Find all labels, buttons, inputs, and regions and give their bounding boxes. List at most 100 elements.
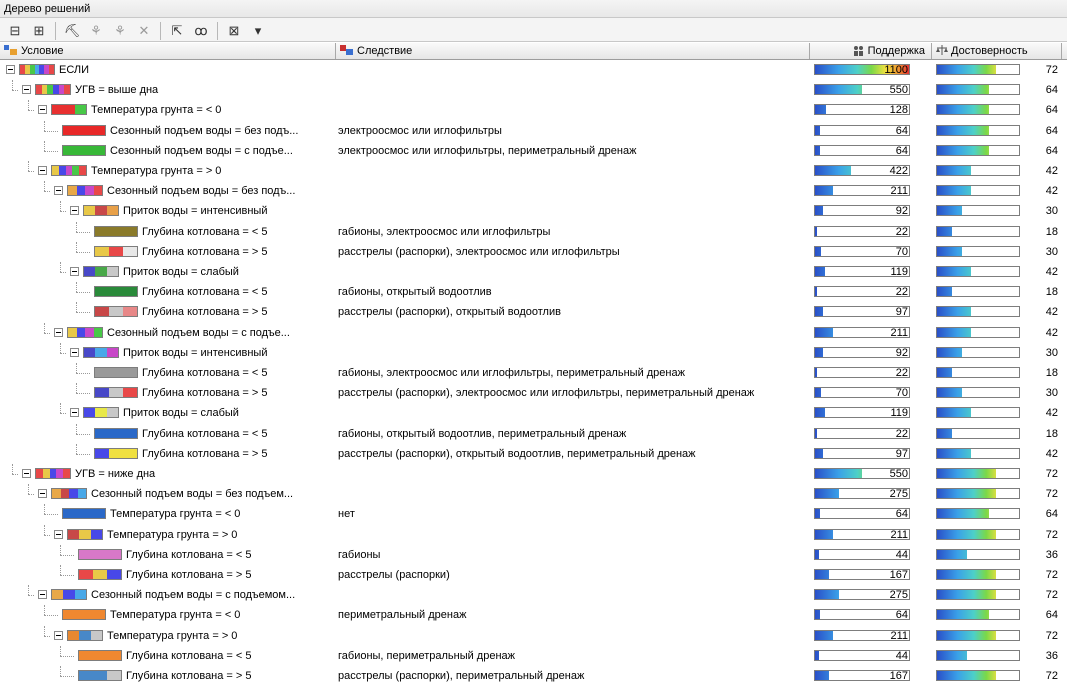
collapse-toggle-icon[interactable] [54, 529, 63, 539]
tree-connector [60, 554, 74, 556]
support-value: 167 [889, 569, 908, 581]
collapse-toggle-icon[interactable] [6, 65, 15, 74]
dropdown-arrow-icon[interactable]: ▾ [247, 21, 269, 41]
collapse-toggle-icon[interactable] [22, 469, 31, 478]
toolbar-separator [55, 21, 56, 40]
collapse-toggle-icon[interactable] [54, 327, 63, 337]
collapse-toggle-icon[interactable] [38, 590, 47, 600]
tree-row[interactable]: Сезонный подъем воды = с подъе... 211 42 [0, 322, 1067, 343]
tree-row[interactable]: Глубина котлована = > 5 расстрелы (распор… [0, 302, 1067, 322]
tree-row[interactable]: Глубина котлована = < 5 габионы, открытый… [0, 423, 1067, 444]
collapse-toggle-icon[interactable] [54, 630, 63, 640]
tree-connector [44, 534, 50, 536]
collapse-toggle-icon[interactable] [54, 186, 63, 196]
swatch-segment [109, 246, 123, 256]
tree-row[interactable]: Температура грунта = > 0 211 72 [0, 625, 1067, 646]
tree-row[interactable]: Глубина котлована = < 5 габионы, электроо… [0, 363, 1067, 383]
tree-row[interactable]: Температура грунта = < 0 нет 64 64 [0, 504, 1067, 524]
confidence-value: 42 [1045, 447, 1058, 460]
column-confidence-label: Достоверность [951, 45, 1028, 57]
node-color-swatch [35, 468, 71, 479]
tree-row[interactable]: Глубина котлована = > 5 расстрелы (распор… [0, 241, 1067, 262]
swatch-segment [68, 327, 77, 337]
column-confidence[interactable]: Достоверность [932, 43, 1062, 59]
tree-connector [44, 504, 45, 515]
collapse-all-icon[interactable]: ⊟ [4, 21, 26, 41]
select-node-icon[interactable]: ⇱ [166, 21, 188, 41]
tree-row[interactable]: Глубина котлована = < 5 габионы, открытый… [0, 282, 1067, 302]
swatch-segment [107, 671, 121, 680]
tree-row[interactable]: Температура грунта = < 0 периметральный д… [0, 605, 1067, 625]
tree-row[interactable]: Приток воды = интенсивный 92 30 [0, 201, 1067, 221]
tree-row[interactable]: Глубина котлована = > 5 расстрелы (распор… [0, 443, 1067, 464]
support-bar-fill [815, 186, 834, 196]
tree-row[interactable]: Сезонный подъем воды = без подъ... электр… [0, 120, 1067, 141]
tree-row[interactable]: Температура грунта = > 0 211 72 [0, 524, 1067, 545]
tree-connector [76, 292, 90, 294]
support-value: 119 [890, 407, 908, 420]
column-condition[interactable]: Условие [0, 43, 336, 59]
tree-row[interactable]: Сезонный подъем воды = с подъемом... 275 7… [0, 585, 1067, 605]
node-condition: Глубина котлована = < 5 [142, 286, 268, 299]
confidence-value: 30 [1045, 205, 1058, 218]
node-condition: Приток воды = интенсивный [123, 205, 268, 218]
tree-connector [28, 110, 34, 112]
tree-row[interactable]: Глубина котлована = > 5 расстрелы (распор… [0, 565, 1067, 585]
tree-row[interactable]: Температура грунта = < 0 128 64 [0, 100, 1067, 120]
excel-export-icon[interactable]: ⊠ [223, 21, 245, 41]
split-icon[interactable]: ⚘ [109, 21, 131, 41]
node-condition: Сезонный подъем воды = без подъ... [107, 185, 296, 198]
tree-row[interactable]: Глубина котлована = < 5 габионы, периметр… [0, 645, 1067, 666]
tree-row[interactable]: Приток воды = слабый 119 42 [0, 262, 1067, 282]
swatch-segment [84, 408, 96, 418]
view-icon[interactable]: ꝏ [190, 21, 212, 41]
swatch-segment [69, 489, 78, 499]
collapse-toggle-icon[interactable] [38, 489, 47, 499]
swatch-segment [76, 186, 85, 196]
collapse-toggle-icon[interactable] [70, 347, 79, 357]
tree-row[interactable]: УГВ = выше дна 550 64 [0, 80, 1067, 100]
tree-row[interactable]: Глубина котлована = > 5 расстрелы (распор… [0, 383, 1067, 403]
tree-row[interactable]: Глубина котлована = > 5 расстрелы (распор… [0, 666, 1067, 686]
column-support[interactable]: Поддержка [810, 43, 932, 59]
confidence-value: 30 [1045, 387, 1058, 400]
node-color-swatch [67, 528, 103, 540]
tree-row[interactable]: Сезонный подъем воды = без подъ... 211 42 [0, 181, 1067, 201]
delete-icon[interactable]: ✕ [133, 21, 155, 41]
tree-row[interactable]: Приток воды = слабый 119 42 [0, 403, 1067, 423]
collapse-toggle-icon[interactable] [70, 206, 79, 216]
tree-row[interactable]: Температура грунта = > 0 422 42 [0, 161, 1067, 181]
node-condition: Температура грунта = < 0 [110, 508, 241, 521]
tree-row[interactable]: Сезонный подъем воды = с подъе... электро… [0, 140, 1067, 161]
swatch-segment [106, 206, 118, 216]
collapse-toggle-icon[interactable] [38, 105, 47, 115]
confidence-value: 42 [1045, 306, 1058, 319]
tree-row[interactable]: Глубина котлована = < 5 габионы 44 36 [0, 544, 1067, 565]
tree-chart-icon[interactable]: ⛏ [61, 21, 83, 41]
tree-row[interactable]: ЕСЛИ 1100 72 [0, 60, 1067, 80]
node-condition: Глубина котлована = > 5 [142, 245, 268, 258]
swatch-segment [79, 650, 121, 660]
swatch-segment [93, 186, 102, 196]
collapse-toggle-icon[interactable] [70, 267, 79, 276]
confidence-bar-fill [937, 206, 962, 216]
expand-all-icon[interactable]: ⊞ [28, 21, 50, 41]
column-consequence[interactable]: Следствие [336, 43, 810, 59]
tree-row[interactable]: Приток воды = интенсивный 92 30 [0, 342, 1067, 363]
tree-connector [76, 221, 77, 232]
tree-row[interactable]: УГВ = ниже дна 550 72 [0, 464, 1067, 484]
collapse-toggle-icon[interactable] [22, 85, 31, 95]
tree-row[interactable]: Сезонный подъем воды = без подъем... 275 7… [0, 484, 1067, 504]
swatch-segment [68, 529, 80, 539]
node-color-swatch [35, 84, 71, 96]
tree-connector [44, 120, 45, 131]
confidence-bar-fill [937, 408, 972, 418]
collapse-toggle-icon[interactable] [38, 166, 47, 175]
node-condition: Сезонный подъем воды = без подъ... [110, 124, 299, 137]
support-value: 422 [889, 165, 908, 177]
tree-row[interactable]: Глубина котлована = < 5 габионы, электроо… [0, 221, 1067, 242]
tree-connector [76, 433, 90, 435]
prune-icon[interactable]: ⚘ [85, 21, 107, 41]
collapse-toggle-icon[interactable] [70, 408, 79, 418]
support-bar-fill [815, 267, 826, 276]
